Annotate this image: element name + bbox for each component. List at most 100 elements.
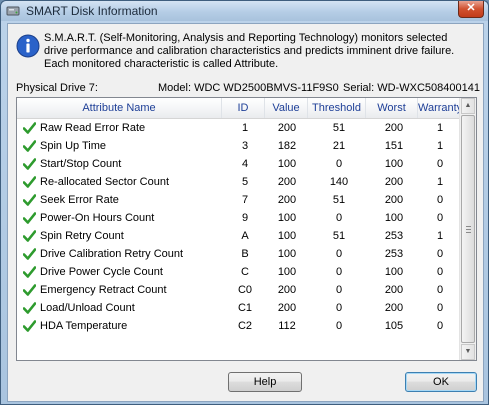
attribute-name: Drive Calibration Retry Count <box>40 248 184 260</box>
drive-label: Physical Drive 7: <box>16 82 98 94</box>
table-row[interactable]: Drive Power Cycle Count C 100 0 100 0 <box>17 263 460 281</box>
grip-line <box>466 232 471 233</box>
scroll-thumb[interactable] <box>461 115 475 343</box>
smart-dialog-window: SMART Disk Information ✕ S.M.A.R.T. (Sel… <box>0 0 489 405</box>
attribute-warranty: 0 <box>436 212 444 224</box>
attribute-worst: 200 <box>384 194 404 206</box>
close-button[interactable]: ✕ <box>458 1 484 18</box>
attribute-value: 100 <box>277 158 297 170</box>
attribute-threshold: 51 <box>332 230 346 242</box>
column-attribute-name[interactable]: Attribute Name <box>17 98 222 118</box>
scroll-down-arrow-icon[interactable]: ▼ <box>461 344 475 360</box>
attribute-value: 100 <box>277 230 297 242</box>
attribute-warranty: 0 <box>436 284 444 296</box>
check-icon <box>23 122 36 134</box>
table-row[interactable]: Power-On Hours Count 9 100 0 100 0 <box>17 209 460 227</box>
attribute-warranty: 1 <box>436 176 444 188</box>
attribute-worst: 200 <box>384 302 404 314</box>
attribute-value: 200 <box>277 194 297 206</box>
attribute-id: A <box>241 230 249 242</box>
check-icon <box>23 248 36 260</box>
attribute-name: Power-On Hours Count <box>40 212 155 224</box>
attribute-threshold: 0 <box>335 302 343 314</box>
table-row[interactable]: HDA Temperature C2 112 0 105 0 <box>17 317 460 335</box>
attribute-value: 200 <box>277 302 297 314</box>
attribute-value: 100 <box>277 248 297 260</box>
attribute-id: 1 <box>241 122 249 134</box>
check-icon <box>23 176 36 188</box>
attribute-worst: 200 <box>384 284 404 296</box>
attribute-id: C1 <box>237 302 253 314</box>
attribute-threshold: 51 <box>332 122 346 134</box>
table-row[interactable]: Spin Up Time 3 182 21 151 1 <box>17 137 460 155</box>
window-title: SMART Disk Information <box>26 4 158 18</box>
dialog-body: S.M.A.R.T. (Self-Monitoring, Analysis an… <box>7 23 484 402</box>
vertical-scrollbar[interactable]: ▲ ▼ <box>459 98 476 360</box>
table-row[interactable]: Start/Stop Count 4 100 0 100 0 <box>17 155 460 173</box>
drive-info: Physical Drive 7: Model: WDC WD2500BMVS-… <box>16 82 480 96</box>
column-id[interactable]: ID <box>222 98 265 118</box>
attribute-worst: 100 <box>384 266 404 278</box>
attribute-name: Load/Unload Count <box>40 302 135 314</box>
check-icon <box>23 212 36 224</box>
disk-icon <box>6 6 20 16</box>
attribute-threshold: 0 <box>335 158 343 170</box>
attribute-id: 9 <box>241 212 249 224</box>
attribute-value: 100 <box>277 212 297 224</box>
attribute-threshold: 21 <box>332 140 346 152</box>
attribute-warranty: 0 <box>436 266 444 278</box>
check-icon <box>23 230 36 242</box>
smart-description: S.M.A.R.T. (Self-Monitoring, Analysis an… <box>44 32 455 70</box>
check-icon <box>23 284 36 296</box>
attribute-warranty: 1 <box>436 122 444 134</box>
table-row[interactable]: Seek Error Rate 7 200 51 200 0 <box>17 191 460 209</box>
table-row[interactable]: Emergency Retract Count C0 200 0 200 0 <box>17 281 460 299</box>
help-button[interactable]: Help <box>228 372 302 392</box>
attribute-name: Seek Error Rate <box>40 194 119 206</box>
attribute-name: Raw Read Error Rate <box>40 122 146 134</box>
attribute-warranty: 0 <box>436 158 444 170</box>
attribute-worst: 105 <box>384 320 404 332</box>
check-icon <box>23 320 36 332</box>
attribute-threshold: 140 <box>329 176 349 188</box>
info-icon <box>16 34 40 58</box>
attribute-id: 4 <box>241 158 249 170</box>
attribute-threshold: 0 <box>335 284 343 296</box>
attribute-id: B <box>241 248 249 260</box>
check-icon <box>23 158 36 170</box>
attribute-list[interactable]: Attribute Name ID Value Threshold Worst … <box>16 97 477 361</box>
title-bar[interactable]: SMART Disk Information ✕ <box>1 1 488 21</box>
attribute-warranty: 0 <box>436 248 444 260</box>
attribute-threshold: 51 <box>332 194 346 206</box>
table-row[interactable]: Drive Calibration Retry Count B 100 0 25… <box>17 245 460 263</box>
check-icon <box>23 302 36 314</box>
attribute-name: Start/Stop Count <box>40 158 122 170</box>
table-row[interactable]: Load/Unload Count C1 200 0 200 0 <box>17 299 460 317</box>
scroll-up-arrow-icon[interactable]: ▲ <box>461 98 475 114</box>
table-row[interactable]: Re-allocated Sector Count 5 200 140 200 … <box>17 173 460 191</box>
check-icon <box>23 140 36 152</box>
table-row[interactable]: Spin Retry Count A 100 51 253 1 <box>17 227 460 245</box>
attribute-id: 7 <box>241 194 249 206</box>
attribute-threshold: 0 <box>335 248 343 260</box>
column-threshold[interactable]: Threshold <box>308 98 366 118</box>
attribute-threshold: 0 <box>335 320 343 332</box>
attribute-warranty: 0 <box>436 320 444 332</box>
attribute-value: 100 <box>277 266 297 278</box>
attribute-name: Spin Retry Count <box>40 230 124 242</box>
ok-button[interactable]: OK <box>405 372 477 392</box>
column-warranty[interactable]: Warranty <box>418 98 460 118</box>
attribute-name: Drive Power Cycle Count <box>40 266 163 278</box>
attribute-worst: 151 <box>384 140 404 152</box>
attribute-name: Re-allocated Sector Count <box>40 176 170 188</box>
attribute-id: C <box>241 266 249 278</box>
attribute-worst: 100 <box>384 212 404 224</box>
attribute-warranty: 1 <box>436 230 444 242</box>
column-value[interactable]: Value <box>265 98 308 118</box>
column-worst[interactable]: Worst <box>366 98 418 118</box>
attribute-value: 112 <box>278 320 296 332</box>
attribute-value: 200 <box>277 176 297 188</box>
table-row[interactable]: Raw Read Error Rate 1 200 51 200 1 <box>17 119 460 137</box>
attribute-value: 200 <box>277 284 297 296</box>
attribute-id: 3 <box>241 140 249 152</box>
